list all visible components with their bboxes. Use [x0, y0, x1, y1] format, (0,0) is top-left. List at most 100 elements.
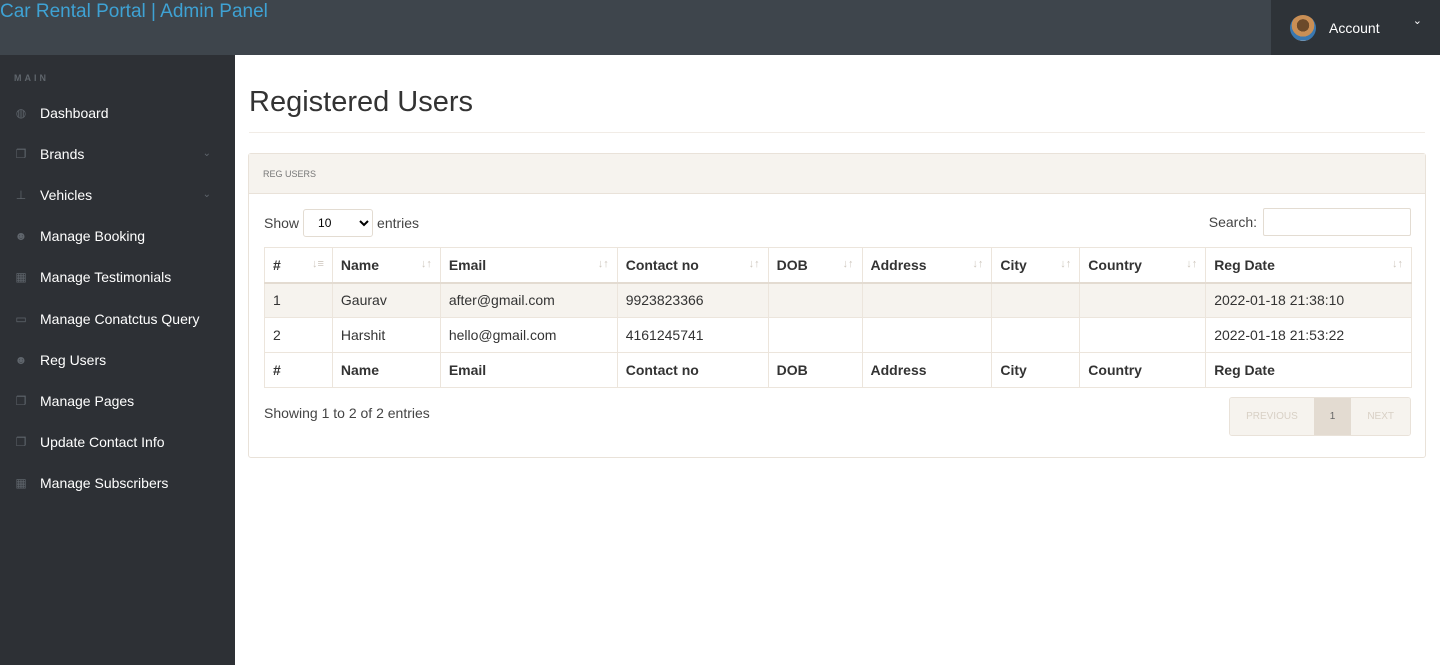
account-menu[interactable]: Account ⌄ — [1271, 0, 1440, 55]
sort-icon: ↓↑ — [972, 258, 984, 270]
column-footer: City — [991, 352, 1081, 388]
column-footer: # — [264, 352, 333, 388]
table-cell: 9923823366 — [616, 282, 769, 318]
column-footer: Contact no — [616, 352, 769, 388]
sitemap-icon: ⊥ — [15, 187, 27, 202]
page-1-button[interactable]: 1 — [1313, 398, 1352, 435]
table-cell — [767, 317, 863, 353]
table-cell: 2022-01-18 21:38:10 — [1205, 282, 1412, 318]
sort-icon: ↓↑ — [1186, 258, 1198, 270]
files-icon: ❐ — [15, 393, 27, 408]
sort-icon: ↓↑ — [597, 258, 609, 270]
column-header[interactable]: # ↓≡ — [264, 247, 333, 284]
chevron-down-icon: ⌄ — [1412, 15, 1422, 27]
sidebar-item-label: Manage Subscribers — [40, 475, 169, 492]
sidebar-item-label: Reg Users — [40, 351, 107, 368]
column-header[interactable]: Name ↓↑ — [331, 247, 441, 284]
table-cell: 2 — [264, 317, 333, 353]
sidebar: MAIN ◍ Dashboard ❐ Brands ⌄ ⊥ Vehicles ⌄ ☻ Manage… — [0, 55, 235, 665]
chevron-down-icon: ⌄ — [202, 189, 211, 201]
account-label: Account — [1329, 19, 1380, 36]
panel-heading: REG USERS — [249, 154, 1425, 194]
column-header[interactable]: Email ↓↑ — [439, 247, 618, 284]
sort-icon: ↓↑ — [1392, 258, 1403, 270]
sidebar-item-dashboard[interactable]: ◍ Dashboard — [0, 92, 235, 133]
table-cell — [991, 282, 1081, 318]
sort-icon: ↓↑ — [1060, 258, 1072, 270]
table-cell: hello@gmail.com — [439, 317, 618, 353]
search-control: Search: — [1209, 208, 1411, 236]
users-icon: ☻ — [14, 229, 28, 244]
sidebar-section-label: MAIN — [14, 73, 49, 83]
sidebar-item-manage-pages[interactable]: ❐ Manage Pages — [0, 380, 235, 421]
table-info: Showing 1 to 2 of 2 entries — [264, 405, 430, 421]
table-icon: ▦ — [15, 270, 27, 285]
table-row: 1 Gaurav after@gmail.com 9923823366 2022-01-… — [264, 282, 1412, 318]
column-header[interactable]: Country ↓↑ — [1079, 247, 1207, 284]
page-length-select[interactable]: 10 — [303, 209, 374, 237]
top-navbar: Car Rental Portal | Admin Panel Account … — [0, 0, 1440, 55]
table-cell — [861, 282, 993, 318]
sidebar-item-manage-conatctus-query[interactable]: ▭ Manage Conatctus Query — [0, 298, 235, 339]
column-header-label: # — [273, 256, 281, 273]
table-cell — [1079, 317, 1207, 353]
sidebar-item-manage-testimonials[interactable]: ▦ Manage Testimonials — [0, 257, 235, 298]
desktop-icon: ▭ — [15, 311, 27, 326]
column-footer: DOB — [767, 352, 863, 388]
previous-button[interactable]: PREVIOUS — [1230, 398, 1314, 435]
sidebar-item-label: Manage Testimonials — [40, 269, 172, 286]
users-table: # ↓≡ Name ↓↑ Email ↓↑ Contact no ↓↑ DOB ↓↑ Address… — [264, 247, 1412, 388]
reg-users-panel: REG USERS Show 10 entries Search: # ↓≡ Nam… — [248, 153, 1426, 458]
column-header-label: Country — [1088, 256, 1142, 273]
column-header[interactable]: Reg Date ↓↑ — [1205, 247, 1412, 284]
sidebar-item-label: Manage Booking — [40, 228, 146, 245]
sidebar-item-manage-subscribers[interactable]: ▦ Manage Subscribers — [0, 463, 235, 504]
files-icon: ❐ — [15, 435, 27, 450]
files-icon: ❐ — [15, 146, 27, 161]
table-cell — [991, 317, 1081, 353]
table-row: 2 Harshit hello@gmail.com 4161245741 2022-01… — [264, 317, 1412, 353]
column-header-label: Contact no — [625, 256, 699, 273]
sort-icon: ↓↑ — [420, 258, 432, 270]
table-cell: Gaurav — [331, 282, 441, 318]
search-label: Search: — [1208, 214, 1257, 230]
table-cell — [1079, 282, 1207, 318]
table-cell: after@gmail.com — [439, 282, 618, 318]
column-header-label: DOB — [776, 256, 808, 273]
sort-icon: ↓↑ — [842, 258, 854, 270]
sidebar-item-manage-booking[interactable]: ☻ Manage Booking — [0, 216, 235, 257]
column-footer: Name — [331, 352, 441, 388]
page-length-control: Show 10 entries — [264, 209, 419, 237]
column-header-label: Address — [870, 256, 927, 273]
next-button[interactable]: NEXT — [1351, 398, 1410, 435]
table-cell — [861, 317, 993, 353]
sidebar-item-update-contact-info[interactable]: ❐ Update Contact Info — [0, 422, 235, 463]
show-label: Show — [264, 215, 300, 231]
divider — [249, 132, 1425, 133]
sidebar-item-reg-users[interactable]: ☻ Reg Users — [0, 339, 235, 380]
column-header[interactable]: City ↓↑ — [991, 247, 1081, 284]
sidebar-item-label: Brands — [40, 145, 85, 162]
sidebar-item-label: Manage Pages — [40, 392, 135, 409]
search-input[interactable] — [1263, 208, 1411, 236]
sidebar-item-label: Manage Conatctus Query — [40, 310, 200, 327]
chevron-down-icon: ⌄ — [202, 148, 211, 160]
table-cell — [767, 282, 863, 318]
page-title: Registered Users — [249, 86, 474, 118]
sort-asc-icon: ↓≡ — [311, 258, 324, 270]
column-header-label: Reg Date — [1214, 256, 1275, 273]
app-title[interactable]: Car Rental Portal | Admin Panel — [0, 1, 268, 23]
sidebar-item-brands[interactable]: ❐ Brands ⌄ — [0, 133, 235, 174]
dashboard-icon: ◍ — [15, 105, 27, 120]
avatar — [1290, 14, 1316, 41]
table-icon: ▦ — [15, 476, 27, 491]
sidebar-item-label: Vehicles — [40, 186, 93, 203]
table-cell: 4161245741 — [616, 317, 769, 353]
pagination: PREVIOUS 1 NEXT — [1229, 397, 1411, 436]
sidebar-item-vehicles[interactable]: ⊥ Vehicles ⌄ — [0, 174, 235, 215]
column-header[interactable]: Contact no ↓↑ — [616, 247, 769, 284]
column-header[interactable]: DOB ↓↑ — [767, 247, 863, 284]
column-footer: Address — [861, 352, 993, 388]
column-footer: Reg Date — [1205, 352, 1412, 388]
column-header[interactable]: Address ↓↑ — [861, 247, 993, 284]
